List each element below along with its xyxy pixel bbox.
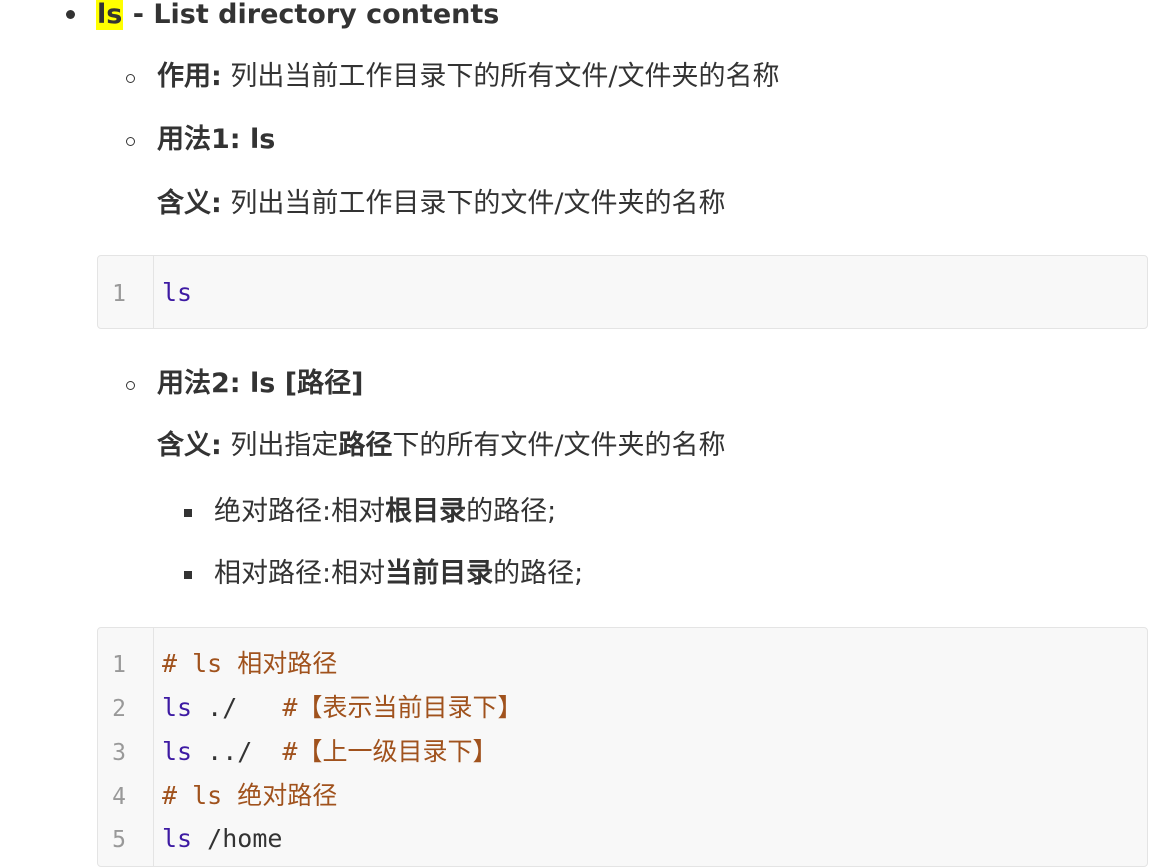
usage1-meaning-label: 含义:	[157, 188, 222, 219]
code-command: ls	[162, 278, 193, 307]
usage2-label: 用法2:	[157, 368, 241, 399]
usage2-line: 用法2: ls [路径]	[157, 367, 363, 401]
usage2-meaning-pre: 列出指定	[230, 430, 339, 461]
bullet-circle-icon	[126, 74, 135, 83]
code-command: ls	[162, 693, 193, 722]
line-number: 1	[112, 281, 126, 307]
usage2-meaning-label: 含义:	[157, 430, 222, 461]
item-text: 相对路径:相对	[214, 558, 386, 589]
highlighted-command: ls	[96, 0, 124, 30]
bullet-disc-icon	[66, 10, 75, 19]
line-number: 5	[112, 827, 126, 853]
item-text: 的路径;	[466, 496, 557, 527]
bullet-circle-icon	[126, 381, 135, 390]
code-argument: ../	[192, 737, 283, 766]
code-line: ls ./ #【表示当前目录下】	[162, 693, 522, 723]
purpose-text: 列出当前工作目录下的所有文件/文件夹的名称	[230, 61, 780, 92]
code-argument: /home	[192, 824, 283, 853]
code-block-usage1[interactable]: 1 ls	[97, 255, 1148, 329]
relative-path-item: 相对路径:相对当前目录的路径;	[214, 557, 583, 591]
code-comment: #【上一级目录下】	[282, 737, 498, 766]
line-number: 1	[112, 652, 126, 678]
usage2-meaning: 含义: 列出指定路径下的所有文件/文件夹的名称	[157, 429, 726, 463]
bullet-circle-icon	[126, 137, 135, 146]
code-comment: # ls 绝对路径	[162, 781, 338, 810]
code-comment: #【表示当前目录下】	[282, 693, 523, 722]
bullet-square-icon	[184, 571, 192, 579]
purpose-line: 作用: 列出当前工作目录下的所有文件/文件夹的名称	[157, 60, 780, 94]
usage1-label: 用法1:	[157, 124, 241, 155]
bullet-square-icon	[184, 509, 192, 517]
code-comment: # ls 相对路径	[162, 649, 338, 678]
line-number: 2	[112, 696, 126, 722]
line-number: 4	[112, 784, 126, 810]
code-argument: ./	[192, 693, 283, 722]
purpose-label: 作用:	[157, 61, 222, 92]
item-text: 绝对路径:相对	[214, 496, 386, 527]
usage2-meaning-post: 下的所有文件/文件夹的名称	[392, 430, 726, 461]
usage1-meaning-text: 列出当前工作目录下的文件/文件夹的名称	[230, 188, 726, 219]
usage1-meaning: 含义: 列出当前工作目录下的文件/文件夹的名称	[157, 187, 726, 221]
code-line: ls ../ #【上一级目录下】	[162, 737, 497, 767]
item-text: 的路径;	[493, 558, 584, 589]
code-line: # ls 相对路径	[162, 649, 337, 679]
command-heading: ls - List directory contents	[96, 0, 499, 31]
line-number: 3	[112, 740, 126, 766]
code-command: ls	[162, 824, 193, 853]
code-command: ls	[162, 737, 193, 766]
absolute-path-item: 绝对路径:相对根目录的路径;	[214, 495, 556, 529]
usage2-meaning-bold: 路径	[338, 430, 393, 461]
usage1-command: ls	[250, 124, 276, 155]
heading-description: - List directory contents	[123, 0, 500, 30]
usage1-line: 用法1: ls	[157, 123, 275, 157]
code-line: ls /home	[162, 824, 282, 854]
code-block-usage2[interactable]: 1 # ls 相对路径 2 ls ./ #【表示当前目录下】 3 ls ../ …	[97, 627, 1148, 867]
usage2-command: ls [路径]	[250, 368, 364, 399]
code-line: ls	[162, 278, 192, 308]
item-bold: 根目录	[385, 496, 467, 527]
code-line: # ls 绝对路径	[162, 781, 337, 811]
item-bold: 当前目录	[385, 558, 494, 589]
